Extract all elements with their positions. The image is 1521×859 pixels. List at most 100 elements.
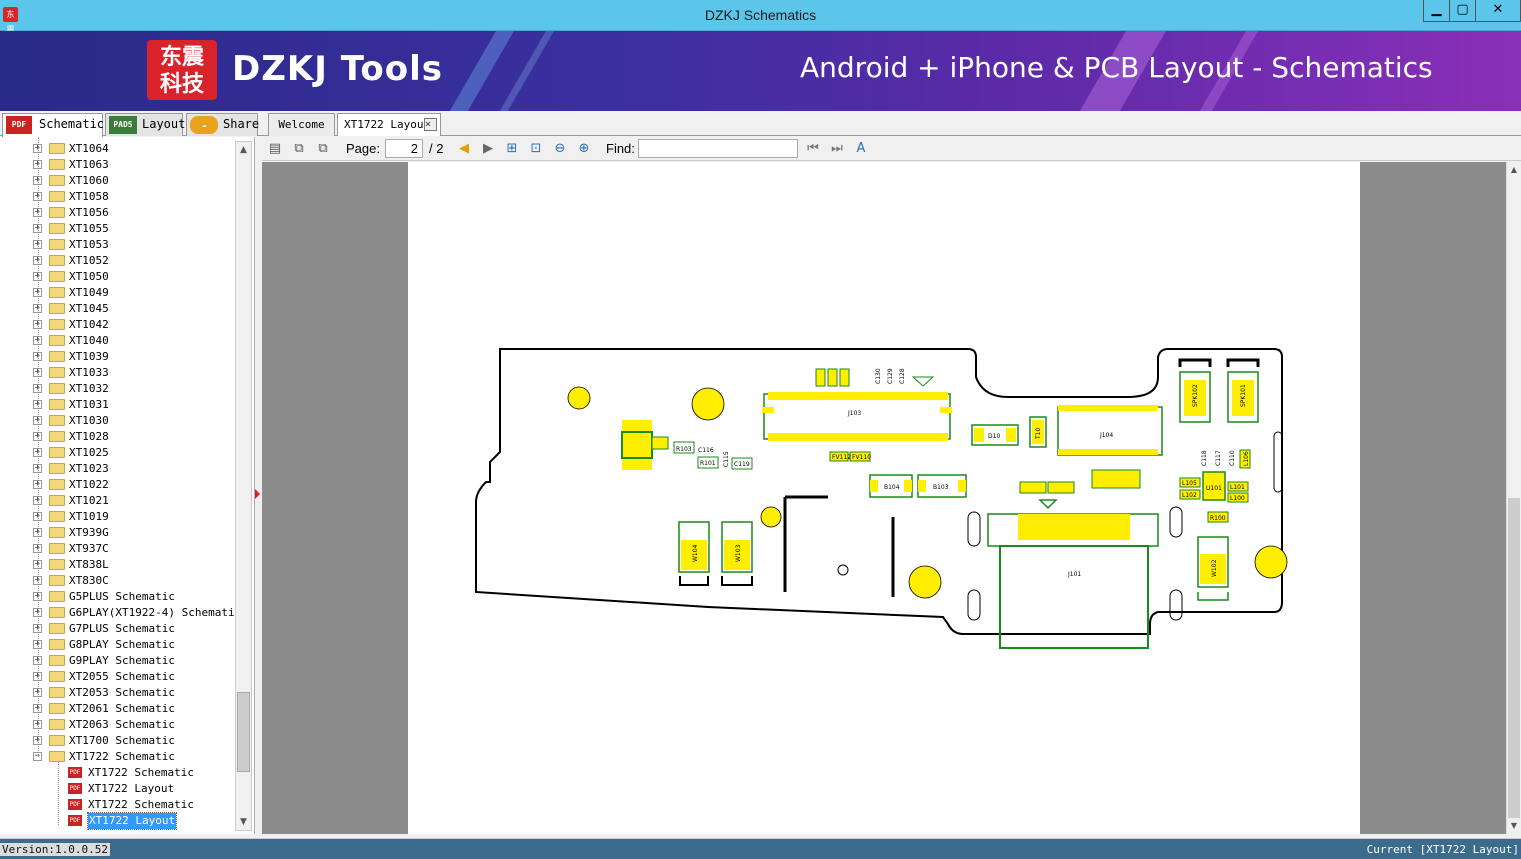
tree-file[interactable]: PDF XT1722 Layout bbox=[0, 781, 240, 797]
tree-folder[interactable]: + XT2063 Schematic bbox=[0, 717, 240, 733]
tree-folder[interactable]: + XT1039 bbox=[0, 349, 240, 365]
tree-folder[interactable]: + XT1019 bbox=[0, 509, 240, 525]
tree-folder[interactable]: + XT2061 Schematic bbox=[0, 701, 240, 717]
label-fv110: FV110 bbox=[852, 454, 871, 461]
tab-welcome-label: Welcome bbox=[278, 118, 325, 131]
tree-folder[interactable]: + XT1045 bbox=[0, 301, 240, 317]
label-l106: L106 bbox=[1243, 451, 1250, 466]
tree-folder-label: XT1031 bbox=[69, 398, 109, 411]
tree-folder[interactable]: + XT1058 bbox=[0, 189, 240, 205]
folder-icon bbox=[49, 415, 65, 426]
tree-folder[interactable]: + XT1033 bbox=[0, 365, 240, 381]
tree-folder[interactable]: + XT1031 bbox=[0, 397, 240, 413]
document-scrollbar[interactable]: ▲ ▼ bbox=[1506, 162, 1521, 834]
folder-icon bbox=[49, 623, 65, 634]
label-l102: L102 bbox=[1182, 492, 1197, 499]
tree-scrollbar[interactable]: ▲ ▼ bbox=[235, 141, 252, 831]
scroll-thumb[interactable] bbox=[237, 692, 250, 772]
tree-folder[interactable]: + XT830C bbox=[0, 573, 240, 589]
tree-folder[interactable]: + XT1042 bbox=[0, 317, 240, 333]
tab-welcome[interactable]: Welcome bbox=[268, 113, 335, 136]
folder-icon bbox=[49, 271, 65, 282]
doc-scroll-up-arrow[interactable]: ▲ bbox=[1507, 162, 1521, 178]
tree-file[interactable]: PDF XT1722 Schematic bbox=[0, 797, 240, 813]
tree-file[interactable]: PDF XT1722 Schematic bbox=[0, 765, 240, 781]
fit-page-icon[interactable]: ⊡ bbox=[527, 140, 545, 158]
scroll-up-arrow[interactable]: ▲ bbox=[236, 142, 251, 158]
tree-folder-label: XT937C bbox=[69, 542, 109, 555]
tree-folder[interactable]: + XT1025 bbox=[0, 445, 240, 461]
doc-scroll-down-arrow[interactable]: ▼ bbox=[1507, 818, 1521, 834]
tree-folder-label: XT939G bbox=[69, 526, 109, 539]
tree-folder[interactable]: + XT1028 bbox=[0, 429, 240, 445]
prev-page-icon[interactable]: ◀ bbox=[455, 140, 473, 158]
copy-icon[interactable]: ⧉ bbox=[290, 140, 308, 158]
doc-scroll-thumb[interactable] bbox=[1508, 498, 1520, 818]
zoom-in-icon[interactable]: ⊕ bbox=[575, 140, 593, 158]
folder-icon bbox=[49, 687, 65, 698]
tab-xt1722-layout[interactable]: XT1722 Layout × bbox=[337, 113, 441, 136]
tree-folder[interactable]: + XT1032 bbox=[0, 381, 240, 397]
tree-folder[interactable]: + XT1021 bbox=[0, 493, 240, 509]
label-l101: L101 bbox=[1230, 484, 1245, 491]
tree-folder-label: G6PLAY(XT1922-4) Schematic bbox=[69, 606, 242, 619]
zoom-out-icon[interactable]: ⊖ bbox=[551, 140, 569, 158]
folder-icon bbox=[49, 671, 65, 682]
tree-folder[interactable]: + XT1023 bbox=[0, 461, 240, 477]
close-tab-icon[interactable]: × bbox=[424, 118, 437, 131]
fit-width-icon[interactable]: ⊞ bbox=[503, 140, 521, 158]
tab-schematic[interactable]: PDF Schematic bbox=[2, 113, 104, 137]
panel-splitter[interactable] bbox=[255, 137, 261, 834]
label-c115: C115 bbox=[723, 451, 730, 467]
tree-folder[interactable]: + G5PLUS Schematic bbox=[0, 589, 240, 605]
highlight-icon[interactable]: A bbox=[852, 140, 870, 158]
tree-folder[interactable]: + XT939G bbox=[0, 525, 240, 541]
tree-file[interactable]: PDF XT1722 Layout bbox=[0, 812, 240, 830]
find-input[interactable] bbox=[638, 139, 798, 158]
tree-folder[interactable]: + XT1700 Schematic bbox=[0, 733, 240, 749]
tree-folder[interactable]: + XT1055 bbox=[0, 221, 240, 237]
tree-folder-label: XT1055 bbox=[69, 222, 109, 235]
tree-folder[interactable]: + XT1049 bbox=[0, 285, 240, 301]
pcb-layout-drawing: J103 C130 C129 C128 R103 C116 R101 C115 bbox=[475, 348, 1288, 649]
tree-folder[interactable]: + XT1022 bbox=[0, 477, 240, 493]
tree-folder[interactable]: + XT1056 bbox=[0, 205, 240, 221]
tab-layout-label: Layout bbox=[142, 117, 186, 131]
tab-layout[interactable]: PADS Layout bbox=[105, 113, 186, 136]
tree-folder[interactable]: − XT1722 Schematic bbox=[0, 749, 240, 765]
tree-folder[interactable]: + G7PLUS Schematic bbox=[0, 621, 240, 637]
tree-folder[interactable]: + G9PLAY Schematic bbox=[0, 653, 240, 669]
close-button[interactable]: ✕ bbox=[1475, 0, 1521, 22]
viewer-toolbar: ▤ ⧉ ⧉ Page: / 2 ◀ ▶ ⊞ ⊡ ⊖ ⊕ Find: ⏮ ⏭ A bbox=[262, 137, 1521, 161]
tree-folder[interactable]: + XT1064 bbox=[0, 141, 240, 157]
tree-folder[interactable]: + XT1030 bbox=[0, 413, 240, 429]
label-j103: J103 bbox=[847, 410, 861, 417]
maximize-button[interactable]: ▢ bbox=[1449, 0, 1476, 22]
tree-folder[interactable]: + XT1063 bbox=[0, 157, 240, 173]
tree-folder[interactable]: + G6PLAY(XT1922-4) Schematic bbox=[0, 605, 242, 621]
app-window: 东震 DZKJ Schematics ▁ ▢ ✕ 东震 科技 DZKJ Tool… bbox=[0, 0, 1521, 859]
tree-folder[interactable]: + XT1050 bbox=[0, 269, 240, 285]
page-number-input[interactable] bbox=[385, 139, 423, 158]
tree-folder[interactable]: + XT838L bbox=[0, 557, 240, 573]
tree-folder[interactable]: + XT1060 bbox=[0, 173, 240, 189]
find-prev-icon[interactable]: ⏮ bbox=[804, 140, 822, 158]
label-fv112: FV112 bbox=[832, 454, 851, 461]
document-view[interactable]: J103 C130 C129 C128 R103 C116 R101 C115 bbox=[262, 162, 1507, 834]
open-icon[interactable]: ▤ bbox=[266, 140, 284, 158]
tree-folder[interactable]: + XT2053 Schematic bbox=[0, 685, 240, 701]
folder-icon bbox=[49, 447, 65, 458]
pages-icon[interactable]: ⧉ bbox=[314, 140, 332, 158]
minimize-button[interactable]: ▁ bbox=[1423, 0, 1450, 22]
tab-share[interactable]: ☁ Share bbox=[186, 113, 259, 136]
tree-folder[interactable]: + XT937C bbox=[0, 541, 240, 557]
find-next-icon[interactable]: ⏭ bbox=[828, 140, 846, 158]
tree-folder[interactable]: + XT2055 Schematic bbox=[0, 669, 240, 685]
folder-icon bbox=[49, 431, 65, 442]
tree-folder[interactable]: + XT1053 bbox=[0, 237, 240, 253]
tree-folder[interactable]: + XT1052 bbox=[0, 253, 240, 269]
next-page-icon[interactable]: ▶ bbox=[479, 140, 497, 158]
scroll-down-arrow[interactable]: ▼ bbox=[236, 814, 251, 830]
tree-folder[interactable]: + G8PLAY Schematic bbox=[0, 637, 240, 653]
tree-folder[interactable]: + XT1040 bbox=[0, 333, 240, 349]
